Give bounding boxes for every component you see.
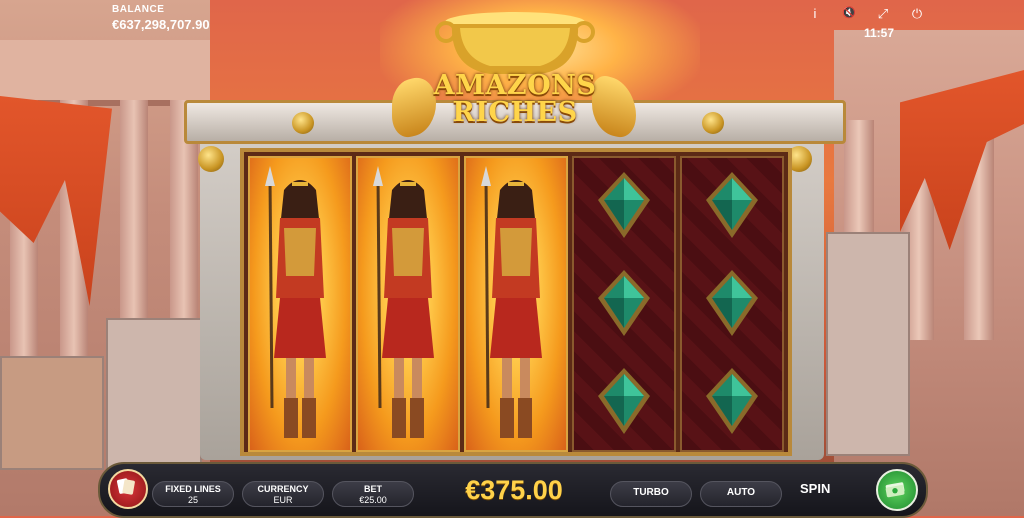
clock: 11:57: [863, 26, 894, 40]
balance-display: BALANCE €637,298,707.90: [112, 4, 210, 32]
green-gem-icon: [706, 270, 758, 336]
reel-4: [572, 156, 676, 452]
reel-1: [248, 156, 352, 452]
fullscreen-icon[interactable]: ⤢: [876, 6, 890, 22]
gold-pot-icon: [435, 12, 595, 74]
game-rules-button[interactable]: [108, 469, 148, 509]
amazon-warrior-icon: [265, 166, 326, 438]
bet-value: €25.00: [359, 495, 387, 505]
balance-label: BALANCE: [112, 4, 165, 15]
green-gem-icon: [598, 172, 650, 238]
spin-label[interactable]: SPIN: [800, 481, 830, 496]
left-stone-pedestal: [106, 318, 202, 470]
reels-area: [240, 148, 792, 456]
fixed-lines-value: 25: [187, 495, 198, 505]
sound-mute-icon[interactable]: 🔇: [842, 6, 856, 22]
win-amount: €375.00: [465, 475, 563, 505]
reel-5: [680, 156, 784, 452]
green-gem-icon: [598, 368, 650, 434]
currency-value: EUR: [273, 495, 293, 505]
turbo-button[interactable]: TURBO: [610, 481, 692, 507]
bet-label: BET: [364, 484, 382, 494]
green-gem-icon: [706, 172, 758, 238]
green-gem-icon: [706, 368, 758, 434]
power-icon[interactable]: ⏻: [910, 6, 924, 22]
cards-icon: [116, 478, 135, 495]
gold-ornament-icon: [292, 112, 314, 134]
fixed-lines-label: FIXED LINES: [165, 484, 221, 494]
left-entablature: [0, 40, 210, 106]
amazon-warrior-icon: [373, 166, 434, 438]
balance-value: €637,298,707.90: [112, 17, 210, 32]
reel-3: [464, 156, 568, 452]
logo-line-2: RICHES: [452, 97, 578, 128]
gold-ornament-icon: [198, 146, 224, 172]
gold-ornament-icon: [702, 112, 724, 134]
auto-button[interactable]: AUTO: [700, 481, 782, 507]
top-controls: i 🔇 ⤢ ⏻: [808, 6, 924, 22]
left-brick-wall: [0, 356, 104, 470]
fixed-lines-display[interactable]: FIXED LINES 25: [152, 481, 234, 507]
spin-button[interactable]: [876, 469, 918, 511]
right-stone-pedestal: [826, 232, 910, 456]
green-gem-icon: [598, 270, 650, 336]
currency-label: CURRENCY: [257, 484, 309, 494]
info-icon[interactable]: i: [808, 6, 822, 22]
currency-selector[interactable]: CURRENCY EUR: [242, 481, 324, 507]
reel-2: [356, 156, 460, 452]
cash-stack-icon: [885, 482, 905, 498]
game-logo: AMAZONS RICHES: [400, 72, 630, 142]
amazon-warrior-icon: [481, 166, 542, 438]
bet-selector[interactable]: BET €25.00: [332, 481, 414, 507]
logo-line-1: AMAZONS: [433, 70, 597, 101]
